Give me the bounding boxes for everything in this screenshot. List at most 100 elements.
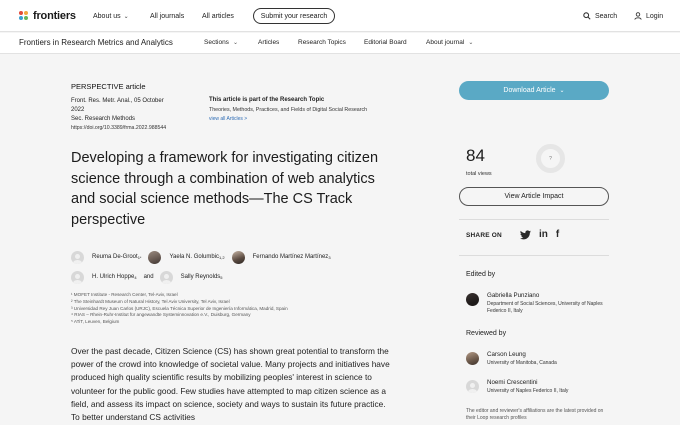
divider [459, 255, 609, 256]
author-affiliation-marker: 3 [328, 254, 331, 260]
reviewer-name: Noemi Crescentini [487, 379, 538, 386]
journal-nav-editorial-board-label: Editorial Board [364, 39, 407, 46]
author-name: Reuma De-Groot [92, 254, 138, 260]
research-topic-name[interactable]: Theories, Methods, Practices, and Fields… [209, 107, 409, 113]
reviewer-name: Carson Leung [487, 351, 526, 358]
avatar [71, 250, 84, 264]
share-icons: in f [520, 228, 559, 242]
affiliation-note: The editor and reviewer's affiliations a… [466, 408, 604, 421]
affiliation-item: ² The Steinhardt Museum of Natural Histo… [71, 298, 230, 304]
author[interactable]: Sally Reynolds 5 [159, 270, 223, 284]
affiliation-item: ¹ MOFET Institute - Research Center, Tel… [71, 292, 178, 297]
frontiers-logo[interactable]: frontiers [19, 9, 76, 23]
editor-card[interactable]: Gabriella Punziano Department of Social … [466, 292, 617, 315]
download-article-label: Download Article [503, 87, 556, 94]
author-row: H. Ulrich Hoppe 4 and Sally Reynolds 5 [71, 267, 391, 287]
avatar [71, 270, 84, 284]
author[interactable]: Fernando Martínez Martínez 3 [231, 250, 331, 264]
journal-nav-sections-label: Sections [204, 39, 229, 46]
chevron-down-icon: ⌄ [123, 13, 129, 20]
avatar [159, 270, 173, 284]
doi-link[interactable]: https://doi.org/10.3389/frma.2022.988544 [71, 124, 191, 133]
avatar [466, 352, 479, 365]
download-article-button[interactable]: Download Article ⌄ [459, 81, 609, 100]
frontiers-logo-icon [19, 10, 30, 22]
user-icon [634, 12, 642, 20]
avatar [466, 293, 479, 306]
author[interactable]: Reuma De-Groot 1* [71, 250, 142, 264]
editor-affiliation: Department of Social Sciences, Universit… [487, 301, 603, 314]
logo-text: frontiers [33, 10, 76, 22]
journal-nav-about-journal[interactable]: About journal ⌄ [426, 39, 473, 46]
author-affiliation-marker: 1* [137, 254, 142, 260]
submit-research-button[interactable]: Submit your research [253, 8, 335, 24]
nav-all-journals[interactable]: All journals [150, 0, 184, 32]
nav-all-articles-label: All articles [202, 12, 234, 20]
nav-about-us-label: About us [93, 12, 121, 20]
journal-nav-research-topics-label: Research Topics [298, 39, 346, 46]
affiliation-item: ⁴ RIAS – Rhein-Ruhr-Institut für angewan… [71, 312, 251, 318]
research-topic-box: This article is part of the Research Top… [209, 97, 409, 122]
login-label: Login [646, 12, 664, 20]
affiliations: ¹ MOFET Institute - Research Center, Tel… [71, 292, 371, 326]
journal-title[interactable]: Frontiers in Research Metrics and Analyt… [19, 38, 173, 47]
facebook-icon[interactable]: f [556, 228, 559, 242]
journal-navbar: Frontiers in Research Metrics and Analyt… [0, 33, 680, 54]
article-title: Developing a framework for investigating… [71, 150, 379, 228]
total-views-count: 84 [466, 146, 485, 165]
chevron-down-icon: ⌄ [559, 88, 565, 94]
journal-nav-articles[interactable]: Articles [258, 39, 279, 46]
author-affiliation-marker: 5 [220, 274, 223, 280]
and-label: and [143, 274, 154, 280]
search-icon [583, 12, 591, 20]
author-affiliation-marker: 4 [134, 274, 137, 280]
twitter-icon[interactable] [520, 230, 531, 240]
nav-about-us[interactable]: About us ⌄ [93, 0, 129, 32]
nav-all-articles[interactable]: All articles [202, 0, 234, 32]
article-section: Sec. Research Methods [71, 116, 136, 122]
affiliation-item: ⁵ ATiT, Leuven, Belgium [71, 319, 120, 325]
article-meta: Front. Res. Metr. Anal., 05 October 2022… [71, 97, 191, 133]
reviewer-card[interactable]: Noemi Crescentini University of Naples F… [466, 379, 617, 395]
linkedin-icon[interactable]: in [539, 228, 548, 242]
journal-nav-sections[interactable]: Sections ⌄ [204, 39, 238, 46]
author-affiliation-marker: 1,2 [219, 254, 225, 260]
nav-all-journals-label: All journals [150, 12, 185, 20]
view-all-articles-link[interactable]: view all Articles > [209, 116, 409, 122]
journal-nav-editorial-board[interactable]: Editorial Board [364, 39, 407, 46]
altmetric-badge-icon: ? [536, 144, 565, 173]
view-article-impact-button[interactable]: View Article Impact [459, 187, 609, 206]
search-label: Search [595, 12, 618, 20]
reviewer-card[interactable]: Carson Leung University of Manitoba, Can… [466, 351, 617, 367]
share-on-label: SHARE ON [466, 232, 502, 239]
research-topic-label: This article is part of the Research Top… [209, 97, 325, 103]
journal-nav-research-topics[interactable]: Research Topics [298, 39, 346, 46]
login-button[interactable]: Login [634, 0, 663, 32]
author[interactable]: H. Ulrich Hoppe 4 [71, 270, 137, 284]
abstract-text: Over the past decade, Citizen Science (C… [71, 346, 390, 423]
author-name: Yaela N. Golumbic [169, 254, 220, 260]
total-views-label: total views [466, 171, 492, 177]
journal-citation: Front. Res. Metr. Anal., 05 October [71, 98, 164, 104]
top-navbar: frontiers About us ⌄ All journals All ar… [0, 0, 680, 32]
chevron-down-icon: ⌄ [232, 40, 238, 46]
author-name: H. Ulrich Hoppe [92, 274, 135, 280]
editor-name: Gabriella Punziano [487, 292, 540, 299]
affiliation-item: ³ Universidad Rey Juan Carlos (URJC), Es… [71, 305, 288, 311]
journal-nav-articles-label: Articles [258, 39, 280, 46]
divider [459, 219, 609, 220]
author-name: Fernando Martínez Martínez [252, 254, 329, 260]
author-name: Sally Reynolds [180, 274, 221, 280]
author-row: Reuma De-Groot 1* Yaela N. Golumbic 1,2 Fe… [71, 247, 391, 267]
reviewer-affiliation: University of Manitoba, Canada [487, 360, 557, 366]
avatar [231, 250, 245, 264]
chevron-down-icon: ⌄ [468, 40, 474, 46]
avatar [466, 380, 479, 393]
reviewer-affiliation: University of Naples Federico II, Italy [487, 388, 569, 394]
avatar [148, 250, 162, 264]
reviewed-by-label: Reviewed by [466, 330, 507, 337]
search-button[interactable]: Search [583, 0, 617, 32]
author-list: Reuma De-Groot 1* Yaela N. Golumbic 1,2 Fe… [71, 247, 391, 287]
article-type: PERSPECTIVE article [71, 82, 146, 91]
author[interactable]: Yaela N. Golumbic 1,2 [148, 250, 225, 264]
